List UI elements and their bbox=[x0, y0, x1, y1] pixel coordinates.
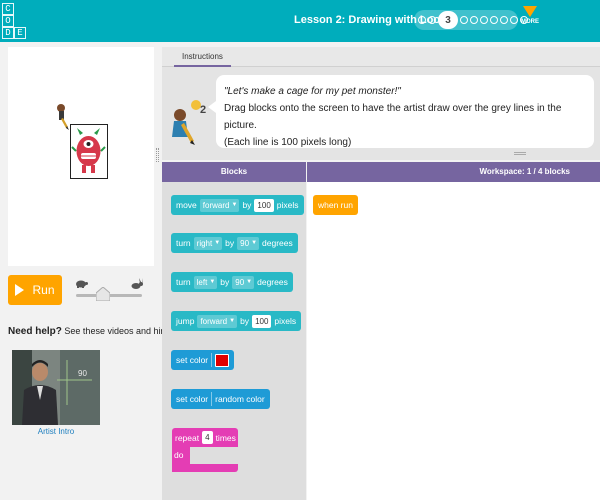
block-label: repeat bbox=[175, 432, 200, 443]
speed-thumb[interactable] bbox=[96, 287, 110, 301]
block-by-label: by bbox=[225, 238, 235, 248]
workspace-header: Workspace: 1 / 4 blocks bbox=[307, 162, 600, 182]
block-label: turn bbox=[176, 277, 191, 287]
block-unit-label: pixels bbox=[274, 316, 297, 326]
set-random-color-block[interactable]: set color random color bbox=[171, 389, 270, 409]
top-header: C O D E Lesson 2: Drawing with Loops 3 M… bbox=[0, 0, 600, 42]
instructions-line1: Drag blocks onto the screen to have the … bbox=[224, 103, 562, 131]
instructions-tab-bar: Instructions bbox=[162, 47, 600, 67]
block-times-label: times bbox=[215, 432, 236, 443]
puzzle-dot[interactable] bbox=[418, 16, 426, 24]
puzzle-dot[interactable] bbox=[480, 16, 488, 24]
angle-dropdown[interactable]: 90 ▼ bbox=[232, 275, 255, 289]
color-swatch[interactable] bbox=[215, 353, 230, 367]
jump-forward-block[interactable]: jump forward ▼ by 100 pixels bbox=[171, 311, 302, 331]
move-forward-block[interactable]: move forward ▼ by 100 pixels bbox=[171, 195, 304, 215]
help-title: Need help? bbox=[8, 326, 62, 337]
svg-text:90: 90 bbox=[78, 369, 87, 378]
puzzle-dot[interactable] bbox=[500, 16, 508, 24]
repeat-count-input[interactable]: 4 bbox=[202, 431, 213, 444]
instructions-resize-grip[interactable] bbox=[514, 152, 526, 155]
distance-input[interactable]: 100 bbox=[252, 314, 272, 328]
logo-letter: D bbox=[2, 27, 14, 39]
help-heading: Need help? See these videos and hints bbox=[8, 326, 173, 337]
run-button[interactable]: Run bbox=[8, 275, 62, 305]
more-triangle-icon bbox=[523, 6, 537, 17]
repeat-block[interactable]: repeat 4 times do bbox=[172, 428, 238, 472]
block-do-label: do bbox=[174, 450, 184, 460]
more-button[interactable]: MORE bbox=[521, 6, 539, 25]
block-unit-label: degrees bbox=[257, 277, 288, 287]
puzzle-dot[interactable] bbox=[490, 16, 498, 24]
panel-resize-handle[interactable] bbox=[156, 148, 159, 162]
block-label: when run bbox=[318, 200, 353, 210]
random-color-label: random color bbox=[215, 394, 265, 404]
puzzle-dot[interactable] bbox=[428, 16, 436, 24]
instructions-line2: (Each line is 100 pixels long) bbox=[224, 137, 352, 148]
puzzle-progress: 3 bbox=[414, 10, 528, 30]
run-label: Run bbox=[32, 283, 55, 297]
code-logo[interactable]: C O D E bbox=[2, 3, 26, 39]
block-label: set color bbox=[176, 394, 209, 404]
dropdown-arrow-icon: ▼ bbox=[251, 239, 258, 246]
block-by-label: by bbox=[220, 277, 230, 287]
help-subtitle: See these videos and hints bbox=[64, 326, 173, 336]
angle-dropdown[interactable]: 90 ▼ bbox=[237, 236, 260, 250]
monster-cage bbox=[70, 124, 108, 179]
turtle-icon bbox=[76, 280, 88, 288]
puzzle-dot[interactable] bbox=[460, 16, 468, 24]
puzzle-dot[interactable] bbox=[470, 16, 478, 24]
block-label: turn bbox=[176, 238, 191, 248]
dropdown-arrow-icon: ▼ bbox=[231, 201, 238, 208]
dropdown-arrow-icon: ▼ bbox=[214, 239, 221, 246]
monster-icon bbox=[71, 128, 106, 173]
dropdown-arrow-icon: ▼ bbox=[229, 317, 236, 324]
turn-right-block[interactable]: turn right ▼ by 90 ▼ degrees bbox=[171, 233, 298, 253]
turn-left-block[interactable]: turn left ▼ by 90 ▼ degrees bbox=[171, 272, 293, 292]
video-caption-link[interactable]: Artist Intro bbox=[12, 427, 100, 436]
block-label: set color bbox=[176, 355, 209, 365]
more-label: MORE bbox=[521, 19, 539, 25]
block-label: move bbox=[176, 200, 197, 210]
video-thumbnail[interactable]: 90 bbox=[12, 350, 100, 425]
direction-dropdown[interactable]: left ▼ bbox=[193, 275, 218, 289]
logo-letter: E bbox=[14, 27, 26, 39]
repeat-drop-slot[interactable] bbox=[190, 447, 238, 464]
instructions-bubble: "Let's make a cage for my pet monster!" … bbox=[208, 75, 594, 148]
tab-instructions[interactable]: Instructions bbox=[174, 49, 231, 67]
block-by-label: by bbox=[240, 316, 250, 326]
direction-dropdown[interactable]: forward ▼ bbox=[197, 314, 238, 328]
when-run-block[interactable]: when run bbox=[313, 195, 358, 215]
puzzle-dot-current[interactable]: 3 bbox=[438, 11, 458, 29]
svg-text:2: 2 bbox=[200, 104, 206, 116]
speed-slider[interactable] bbox=[72, 278, 146, 302]
rabbit-icon bbox=[131, 278, 143, 289]
blocks-header: Blocks bbox=[162, 162, 306, 182]
drawing-canvas bbox=[8, 47, 154, 266]
puzzle-dot[interactable] bbox=[510, 16, 518, 24]
block-label: jump bbox=[176, 316, 195, 326]
block-unit-label: degrees bbox=[262, 238, 293, 248]
logo-letter: O bbox=[2, 15, 14, 27]
logo-letter: C bbox=[2, 3, 14, 15]
distance-input[interactable]: 100 bbox=[254, 198, 274, 212]
play-icon bbox=[15, 284, 25, 296]
instructions-quote: "Let's make a cage for my pet monster!" bbox=[224, 86, 401, 97]
video-presenter-image: 90 bbox=[12, 350, 100, 425]
artist-avatar-icon: 2 bbox=[172, 100, 206, 145]
block-unit-label: pixels bbox=[276, 200, 299, 210]
block-by-label: by bbox=[242, 200, 252, 210]
set-color-block[interactable]: set color bbox=[171, 350, 235, 370]
block-workspace[interactable] bbox=[307, 182, 600, 500]
dropdown-arrow-icon: ▼ bbox=[246, 278, 253, 285]
direction-dropdown[interactable]: right ▼ bbox=[193, 236, 223, 250]
instructions-panel: 2 "Let's make a cage for my pet monster!… bbox=[162, 67, 600, 160]
dropdown-arrow-icon: ▼ bbox=[209, 278, 216, 285]
direction-dropdown[interactable]: forward ▼ bbox=[199, 198, 240, 212]
